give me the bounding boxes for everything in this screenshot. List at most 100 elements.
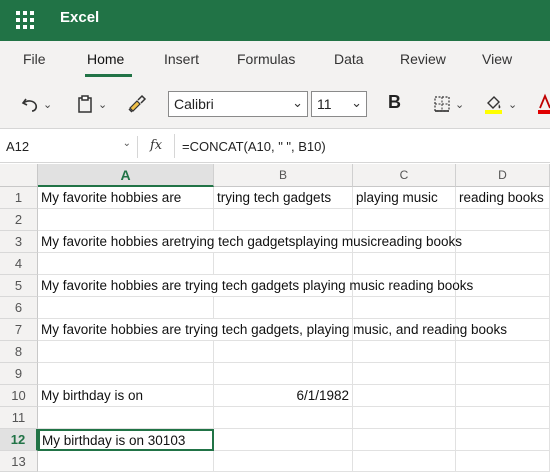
- cell-b4[interactable]: [214, 253, 353, 275]
- cell-b9[interactable]: [214, 363, 353, 385]
- cell-a4[interactable]: [38, 253, 214, 275]
- font-color-button[interactable]: [538, 93, 550, 115]
- cell-c10[interactable]: [353, 385, 456, 407]
- row-header[interactable]: 6: [0, 297, 38, 319]
- row-header[interactable]: 4: [0, 253, 38, 275]
- tab-file[interactable]: File: [23, 51, 46, 67]
- cell-a6[interactable]: [38, 297, 214, 319]
- row-header[interactable]: 5: [0, 275, 38, 297]
- cell-d6[interactable]: [456, 297, 550, 319]
- bold-button[interactable]: B: [388, 92, 401, 113]
- cell-a7[interactable]: My favorite hobbies are trying tech gadg…: [38, 319, 507, 341]
- undo-icon: [21, 98, 38, 112]
- font-size-value: 11: [317, 96, 332, 112]
- row-header[interactable]: 7: [0, 319, 38, 341]
- cell-c12[interactable]: [353, 429, 456, 451]
- tab-review[interactable]: Review: [400, 51, 446, 67]
- chevron-down-icon: ⌄: [122, 138, 131, 149]
- title-bar: Excel: [0, 0, 550, 41]
- cell-b8[interactable]: [214, 341, 353, 363]
- column-header-a[interactable]: A: [38, 164, 214, 187]
- cell-a8[interactable]: [38, 341, 214, 363]
- chevron-down-icon: ⌄: [455, 98, 465, 111]
- chevron-down-icon: ⌄: [508, 98, 518, 111]
- active-tab-indicator: [85, 74, 132, 77]
- chevron-down-icon: ⌄: [292, 95, 303, 110]
- cell-c6[interactable]: [353, 297, 456, 319]
- cell-d3[interactable]: [456, 231, 550, 253]
- undo-button[interactable]: ⌄: [20, 93, 52, 115]
- cell-b11[interactable]: [214, 407, 353, 429]
- font-size-select[interactable]: 11 ⌄: [311, 91, 367, 117]
- tab-formulas[interactable]: Formulas: [237, 51, 295, 67]
- cell-c8[interactable]: [353, 341, 456, 363]
- cell-b1[interactable]: trying tech gadgets: [214, 187, 353, 209]
- ribbon-tabs: File Home Insert Formulas Data Review Vi…: [0, 41, 550, 79]
- tab-data[interactable]: Data: [334, 51, 364, 67]
- app-title[interactable]: Excel: [60, 9, 99, 26]
- cell-c2[interactable]: [353, 209, 456, 231]
- cell-a2[interactable]: [38, 209, 214, 231]
- cell-c9[interactable]: [353, 363, 456, 385]
- cell-d2[interactable]: [456, 209, 550, 231]
- borders-icon: [434, 96, 450, 112]
- cell-c1[interactable]: playing music: [353, 187, 456, 209]
- column-header-d[interactable]: D: [456, 164, 550, 187]
- cell-d1[interactable]: reading books: [456, 187, 550, 209]
- row-header[interactable]: 9: [0, 363, 38, 385]
- cell-c13[interactable]: [353, 451, 456, 472]
- cell-b12[interactable]: [214, 429, 353, 451]
- tab-view[interactable]: View: [482, 51, 512, 67]
- paste-button[interactable]: ⌄: [75, 93, 107, 115]
- cell-d13[interactable]: [456, 451, 550, 472]
- cell-b2[interactable]: [214, 209, 353, 231]
- cell-b13[interactable]: [214, 451, 353, 472]
- row-header[interactable]: 13: [0, 451, 38, 472]
- spreadsheet-grid: A B C D 1 2 3 4 5 6 7 8 9 10 11 12 13 My…: [0, 164, 550, 472]
- cell-a10[interactable]: My birthday is on: [38, 385, 214, 407]
- app-launcher-icon[interactable]: [16, 11, 34, 29]
- cell-a3[interactable]: My favorite hobbies aretrying tech gadge…: [38, 231, 462, 253]
- formula-input[interactable]: =CONCAT(A10, " ", B10): [182, 139, 326, 154]
- cell-a12[interactable]: My birthday is on 30103: [38, 429, 214, 451]
- cell-d11[interactable]: [456, 407, 550, 429]
- row-header[interactable]: 3: [0, 231, 38, 253]
- column-header-c[interactable]: C: [353, 164, 456, 187]
- tab-home[interactable]: Home: [87, 51, 124, 67]
- cell-a1[interactable]: My favorite hobbies are: [38, 187, 214, 209]
- name-box-value: A12: [6, 139, 30, 154]
- tab-insert[interactable]: Insert: [164, 51, 199, 67]
- column-header-b[interactable]: B: [214, 164, 353, 187]
- cell-c4[interactable]: [353, 253, 456, 275]
- row-header[interactable]: 2: [0, 209, 38, 231]
- chevron-down-icon: ⌄: [351, 95, 362, 110]
- fill-color-icon: [485, 96, 502, 114]
- cell-b6[interactable]: [214, 297, 353, 319]
- cell-a9[interactable]: [38, 363, 214, 385]
- insert-function-button[interactable]: fx: [150, 138, 162, 153]
- row-header[interactable]: 10: [0, 385, 38, 407]
- cell-a5[interactable]: My favorite hobbies are trying tech gadg…: [38, 275, 473, 297]
- cell-c11[interactable]: [353, 407, 456, 429]
- row-header[interactable]: 1: [0, 187, 38, 209]
- cell-b10[interactable]: 6/1/1982: [214, 385, 353, 407]
- cell-d4[interactable]: [456, 253, 550, 275]
- fill-color-button[interactable]: ⌄: [483, 93, 517, 115]
- font-color-icon: [538, 93, 550, 114]
- cell-a11[interactable]: [38, 407, 214, 429]
- formula-separator: [174, 134, 175, 158]
- cell-d8[interactable]: [456, 341, 550, 363]
- format-painter-button[interactable]: [126, 93, 148, 115]
- row-header-selected[interactable]: 12: [0, 429, 38, 451]
- borders-button[interactable]: ⌄: [432, 93, 464, 115]
- row-header[interactable]: 8: [0, 341, 38, 363]
- font-name-select[interactable]: Calibri ⌄: [168, 91, 308, 117]
- chevron-down-icon: ⌄: [43, 98, 53, 111]
- name-box[interactable]: A12 ⌄: [0, 136, 138, 158]
- row-header[interactable]: 11: [0, 407, 38, 429]
- cell-d12[interactable]: [456, 429, 550, 451]
- select-all-corner[interactable]: [0, 164, 38, 187]
- cell-d9[interactable]: [456, 363, 550, 385]
- cell-d10[interactable]: [456, 385, 550, 407]
- cell-a13[interactable]: [38, 451, 214, 472]
